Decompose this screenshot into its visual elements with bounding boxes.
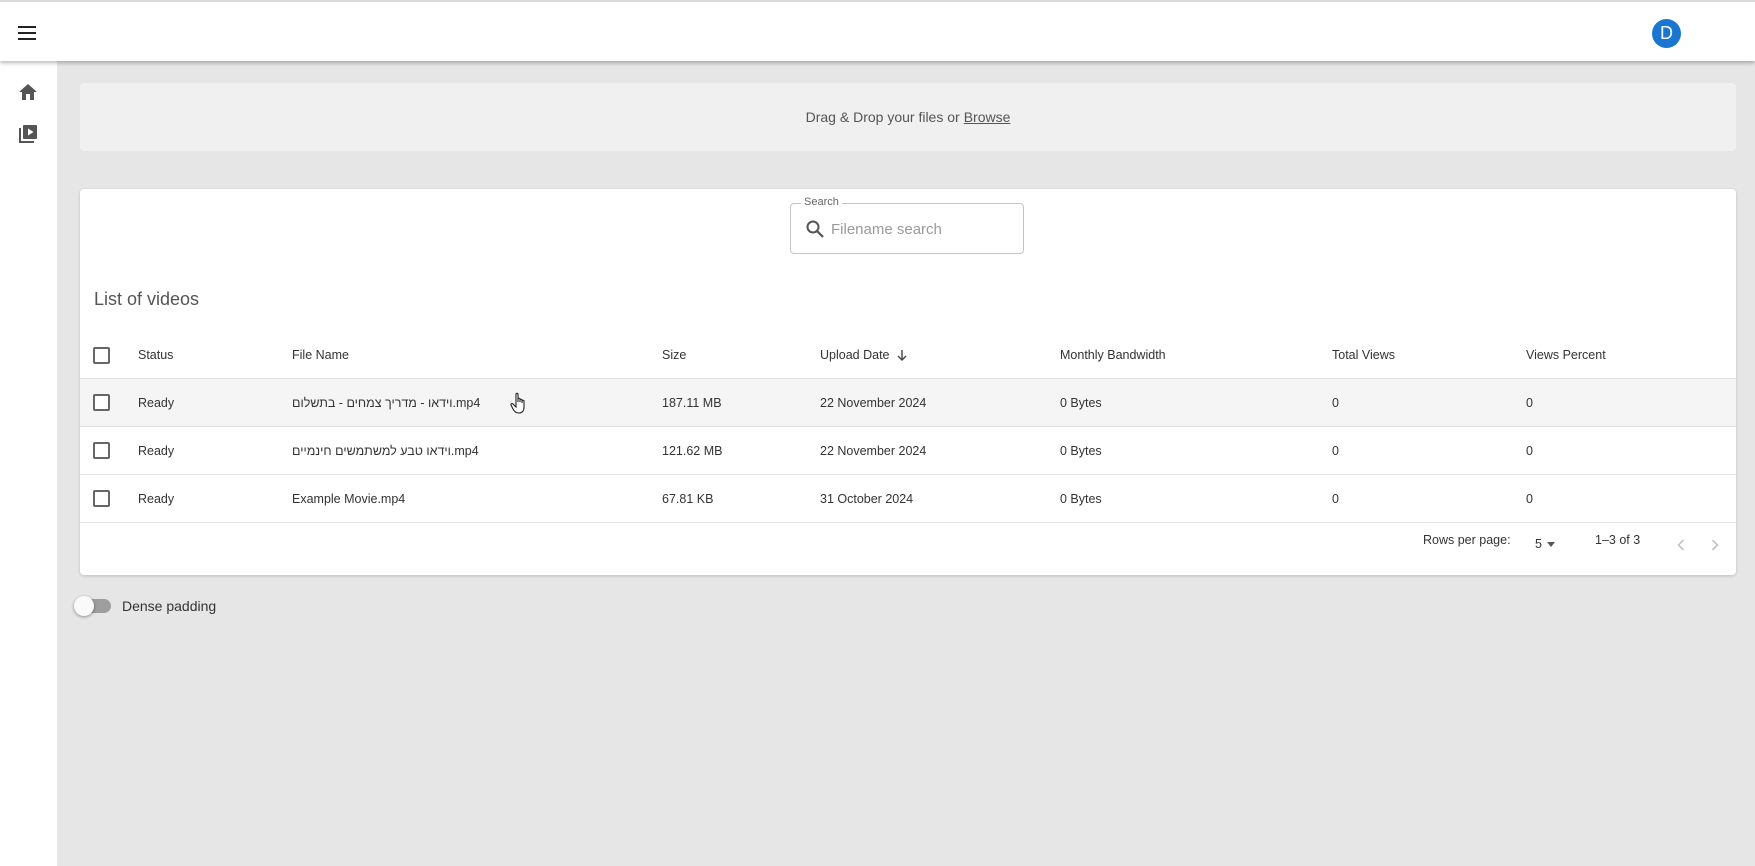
column-header-file-name[interactable]: File Name	[292, 332, 349, 378]
column-header-total-views[interactable]: Total Views	[1332, 332, 1395, 378]
video-library-icon[interactable]	[15, 121, 41, 147]
dropzone-text: Drag & Drop your files or	[805, 109, 960, 125]
dense-padding-control: Dense padding	[74, 596, 217, 616]
file-dropzone[interactable]: Drag & Drop your files or Browse	[80, 83, 1736, 151]
row-status: Ready	[138, 491, 175, 506]
row-file-name: Example Movie.mp4	[292, 475, 405, 522]
row-file-name-text: Example Movie.mp4	[292, 491, 406, 506]
table-row[interactable]: Ready וידאו - מדריך צמחים - בתשלום.mp4 1…	[80, 379, 1736, 427]
column-header-upload-date-label: Upload Date	[820, 348, 890, 362]
videos-table: Status File Name Size Upload Date Monthl…	[80, 332, 1736, 523]
row-checkbox[interactable]	[93, 490, 110, 507]
rows-per-page-label: Rows per page:	[1423, 533, 1511, 547]
dense-padding-label: Dense padding	[122, 598, 217, 614]
sidebar	[0, 61, 57, 866]
next-page-button[interactable]	[1705, 535, 1725, 555]
column-header-status[interactable]: Status	[138, 332, 173, 378]
column-header-size[interactable]: Size	[662, 332, 686, 378]
rows-per-page-value: 5	[1535, 537, 1542, 551]
search-input[interactable]	[831, 216, 1011, 242]
home-icon[interactable]	[15, 79, 41, 105]
videos-card: Search List of videos Status File Name S…	[80, 189, 1736, 575]
row-file-name-text: וידאו - מדריך צמחים - בתשלום.mp4	[292, 395, 481, 410]
row-checkbox[interactable]	[93, 442, 110, 459]
table-row[interactable]: Ready Example Movie.mp4 67.81 KB 31 Octo…	[80, 475, 1736, 523]
caret-down-icon	[1546, 541, 1555, 547]
row-size: 187.11 MB	[662, 395, 722, 410]
menu-icon[interactable]	[14, 20, 40, 46]
column-header-monthly-bandwidth[interactable]: Monthly Bandwidth	[1060, 332, 1166, 378]
select-all-checkbox[interactable]	[93, 346, 110, 364]
row-file-name-text: וידאו טבע למשתמשים חינמיים.mp4	[292, 443, 479, 458]
row-total-views: 0	[1332, 443, 1339, 458]
row-checkbox[interactable]	[93, 394, 110, 411]
chevron-right-icon	[1711, 539, 1719, 551]
row-total-views: 0	[1332, 395, 1339, 410]
row-status: Ready	[138, 443, 175, 458]
table-header-row: Status File Name Size Upload Date Monthl…	[80, 332, 1736, 379]
row-upload-date: 22 November 2024	[820, 443, 927, 458]
search-icon	[806, 220, 824, 238]
row-monthly-bandwidth: 0 Bytes	[1060, 395, 1102, 410]
column-header-upload-date[interactable]: Upload Date	[820, 332, 908, 378]
row-size: 67.81 KB	[662, 491, 714, 506]
row-size: 121.62 MB	[662, 443, 723, 458]
avatar[interactable]: D	[1652, 19, 1681, 48]
table-row[interactable]: Ready וידאו טבע למשתמשים חינמיים.mp4 121…	[80, 427, 1736, 475]
row-views-percent: 0	[1526, 491, 1533, 506]
hand-pointer-icon	[510, 392, 525, 414]
row-upload-date: 22 November 2024	[820, 395, 927, 410]
arrow-down-icon[interactable]	[896, 349, 908, 361]
switch-thumb	[74, 596, 94, 616]
dense-padding-switch[interactable]	[74, 596, 111, 616]
row-upload-date: 31 October 2024	[820, 491, 914, 506]
chevron-left-icon	[1677, 539, 1685, 551]
list-title: List of videos	[94, 289, 200, 309]
row-monthly-bandwidth: 0 Bytes	[1060, 443, 1102, 458]
app-bar: D	[0, 0, 1755, 61]
rows-per-page-select[interactable]: 5	[1535, 537, 1555, 551]
row-total-views: 0	[1332, 491, 1339, 506]
row-views-percent: 0	[1526, 395, 1533, 410]
previous-page-button[interactable]	[1671, 535, 1691, 555]
browse-link[interactable]: Browse	[964, 109, 1011, 125]
row-monthly-bandwidth: 0 Bytes	[1060, 491, 1102, 506]
search-field[interactable]: Search	[790, 196, 1024, 254]
row-status: Ready	[138, 395, 175, 410]
table-pagination: Rows per page: 5 1–3 of 3	[80, 523, 1736, 569]
column-header-views-percent[interactable]: Views Percent	[1526, 332, 1606, 378]
row-file-name: וידאו - מדריך צמחים - בתשלום.mp4	[292, 379, 528, 426]
row-views-percent: 0	[1526, 443, 1533, 458]
pagination-range: 1–3 of 3	[1595, 533, 1641, 547]
row-file-name: וידאו טבע למשתמשים חינמיים.mp4	[292, 427, 479, 474]
search-legend: Search	[801, 196, 842, 208]
